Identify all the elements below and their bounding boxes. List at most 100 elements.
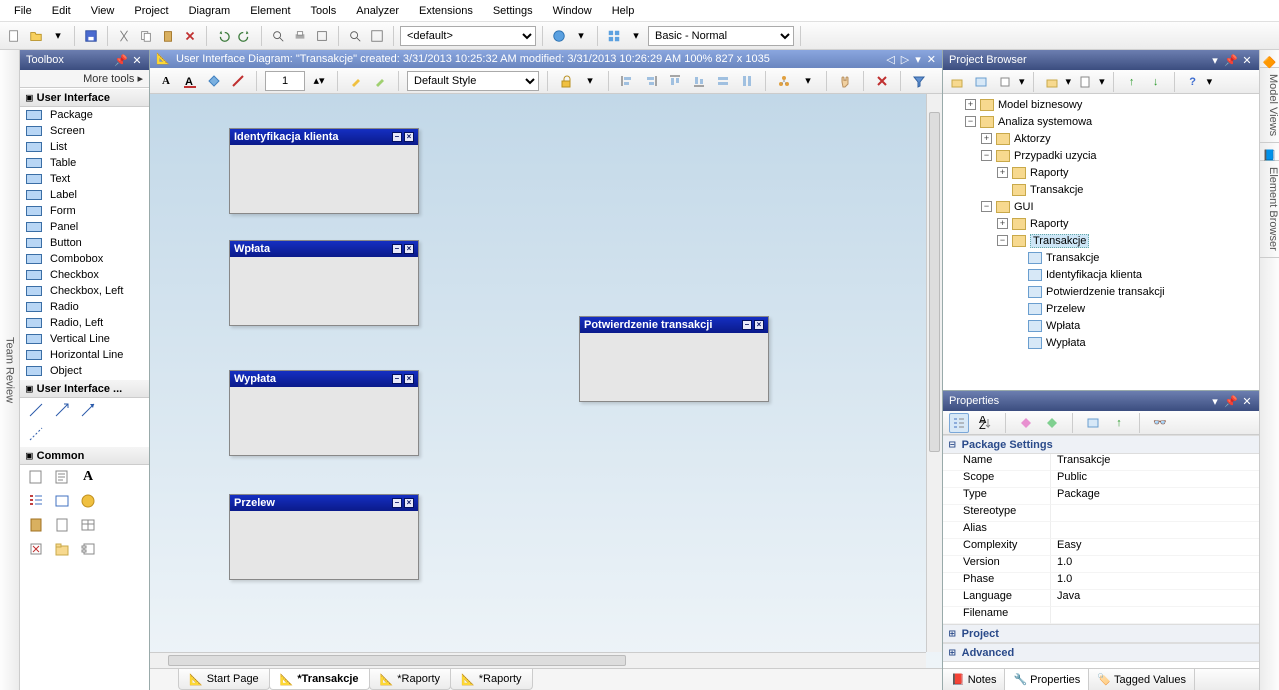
model-views-icon[interactable]: 🔶: [1260, 50, 1279, 68]
tree-node[interactable]: −Transakcje: [943, 232, 1259, 249]
titlebar[interactable]: Wypłata–×: [230, 371, 418, 387]
toolbox-item-screen[interactable]: Screen: [20, 123, 149, 139]
list-icon[interactable]: [28, 493, 44, 509]
property-value[interactable]: [1051, 607, 1259, 624]
property-row[interactable]: ComplexityEasy: [943, 539, 1259, 556]
toolbox-item-text[interactable]: Text: [20, 171, 149, 187]
arrow-tool-icon[interactable]: [54, 402, 70, 418]
pkg-icon[interactable]: [54, 541, 70, 557]
toolbox-group-ui[interactable]: ▣User Interface: [20, 88, 149, 107]
property-value[interactable]: 1.0: [1051, 573, 1259, 590]
tree-node[interactable]: +Raporty: [943, 164, 1259, 181]
menu-analyzer[interactable]: Analyzer: [346, 2, 409, 20]
up-icon[interactable]: ↑: [1122, 72, 1142, 92]
property-row[interactable]: TypePackage: [943, 488, 1259, 505]
pin-icon[interactable]: 📌: [1225, 54, 1237, 66]
toolbox-item-checkbox-left[interactable]: Checkbox, Left: [20, 283, 149, 299]
tree-node[interactable]: −Przypadki uzycia: [943, 147, 1259, 164]
expand-icon[interactable]: +: [981, 133, 992, 144]
tree-node[interactable]: Identyfikacja klienta: [943, 266, 1259, 283]
grid-dropdown-icon[interactable]: ▾: [626, 26, 646, 46]
tree-node[interactable]: +Raporty: [943, 215, 1259, 232]
card-icon[interactable]: [54, 493, 70, 509]
align-right-icon[interactable]: [641, 71, 661, 91]
line-tool-icon[interactable]: [28, 402, 44, 418]
up2-icon[interactable]: ↑: [1109, 413, 1129, 433]
ui-window-wp-ata[interactable]: Wpłata–×: [229, 240, 419, 326]
minimize-icon[interactable]: –: [742, 320, 752, 330]
property-row[interactable]: ScopePublic: [943, 471, 1259, 488]
property-value[interactable]: Public: [1051, 471, 1259, 488]
hand-icon[interactable]: [835, 71, 855, 91]
style-select[interactable]: Basic - Normal: [648, 26, 794, 46]
zoom-fit-icon[interactable]: [367, 26, 387, 46]
dropdown3-icon[interactable]: ▾: [798, 71, 818, 91]
globe-icon[interactable]: [80, 493, 96, 509]
redo-icon[interactable]: [235, 26, 255, 46]
property-row[interactable]: Stereotype: [943, 505, 1259, 522]
toolbox-item-list[interactable]: List: [20, 139, 149, 155]
titlebar[interactable]: Potwierdzenie transakcji–×: [580, 317, 768, 333]
expand-icon[interactable]: +: [997, 167, 1008, 178]
toolbox-item-panel[interactable]: Panel: [20, 219, 149, 235]
tree-node[interactable]: Potwierdzenie transakcji: [943, 283, 1259, 300]
property-value[interactable]: 1.0: [1051, 556, 1259, 573]
brush2-icon[interactable]: [370, 71, 390, 91]
open-icon[interactable]: [26, 26, 46, 46]
grid-icon[interactable]: [604, 26, 624, 46]
new-element-icon[interactable]: [995, 72, 1015, 92]
tree-node[interactable]: Przelew: [943, 300, 1259, 317]
property-value[interactable]: Package: [1051, 488, 1259, 505]
menu-window[interactable]: Window: [543, 2, 602, 20]
doc-icon[interactable]: [54, 469, 70, 485]
align-left-icon[interactable]: [617, 71, 637, 91]
new-pkg-icon[interactable]: [947, 72, 967, 92]
menu-diagram[interactable]: Diagram: [179, 2, 241, 20]
dropdown-icon[interactable]: ▾: [915, 53, 921, 66]
props-group-advanced[interactable]: ⊞Advanced: [943, 643, 1259, 662]
web-icon[interactable]: [549, 26, 569, 46]
props-tab-properties[interactable]: 🔧Properties: [1005, 669, 1089, 690]
page-icon[interactable]: [54, 517, 70, 533]
property-value[interactable]: [1051, 522, 1259, 539]
vertical-scrollbar[interactable]: [926, 94, 942, 652]
toolbox-item-horizontal-line[interactable]: Horizontal Line: [20, 347, 149, 363]
toolbox-item-checkbox[interactable]: Checkbox: [20, 267, 149, 283]
tree-node[interactable]: Transakcje: [943, 181, 1259, 198]
text-icon[interactable]: A: [80, 469, 96, 485]
diagram-tab[interactable]: 📐Start Page: [178, 669, 270, 690]
close-icon[interactable]: ✕: [131, 54, 143, 66]
titlebar[interactable]: Przelew–×: [230, 495, 418, 511]
nav-left-icon[interactable]: ◁: [886, 53, 894, 66]
diamond-icon[interactable]: [1016, 413, 1036, 433]
property-value[interactable]: [1051, 505, 1259, 522]
expand-icon[interactable]: +: [997, 218, 1008, 229]
menu-edit[interactable]: Edit: [42, 2, 81, 20]
diagram-tab[interactable]: 📐*Raporty: [450, 669, 533, 690]
collapse-icon[interactable]: −: [981, 201, 992, 212]
tool-icon[interactable]: [312, 26, 332, 46]
props-group-package[interactable]: ⊟Package Settings: [943, 435, 1259, 454]
close-icon[interactable]: ×: [404, 244, 414, 254]
property-row[interactable]: Version1.0: [943, 556, 1259, 573]
pin-icon[interactable]: 📌: [1225, 395, 1237, 407]
element-browser-tab[interactable]: Element Browser: [1260, 161, 1279, 258]
model-views-tab[interactable]: Model Views: [1260, 68, 1279, 143]
ui-window-identyfikacja-klienta[interactable]: Identyfikacja klienta–×: [229, 128, 419, 214]
property-value[interactable]: Java: [1051, 590, 1259, 607]
doc-icon[interactable]: [1075, 72, 1095, 92]
horizontal-scrollbar[interactable]: [150, 652, 926, 668]
close-icon[interactable]: ✕: [927, 53, 936, 66]
toolbox-item-object[interactable]: Object: [20, 363, 149, 379]
collapse-icon[interactable]: −: [997, 235, 1008, 246]
dropdown2-icon[interactable]: ▾: [580, 71, 600, 91]
line-color-icon[interactable]: [228, 71, 248, 91]
brush-icon[interactable]: [346, 71, 366, 91]
note-icon[interactable]: [28, 469, 44, 485]
property-value[interactable]: Transakcje: [1051, 454, 1259, 471]
menu-project[interactable]: Project: [124, 2, 178, 20]
pin-icon[interactable]: 📌: [115, 54, 127, 66]
comp-icon[interactable]: [80, 541, 96, 557]
toolbox-item-radio-left[interactable]: Radio, Left: [20, 315, 149, 331]
dash-tool-icon[interactable]: [28, 426, 44, 442]
